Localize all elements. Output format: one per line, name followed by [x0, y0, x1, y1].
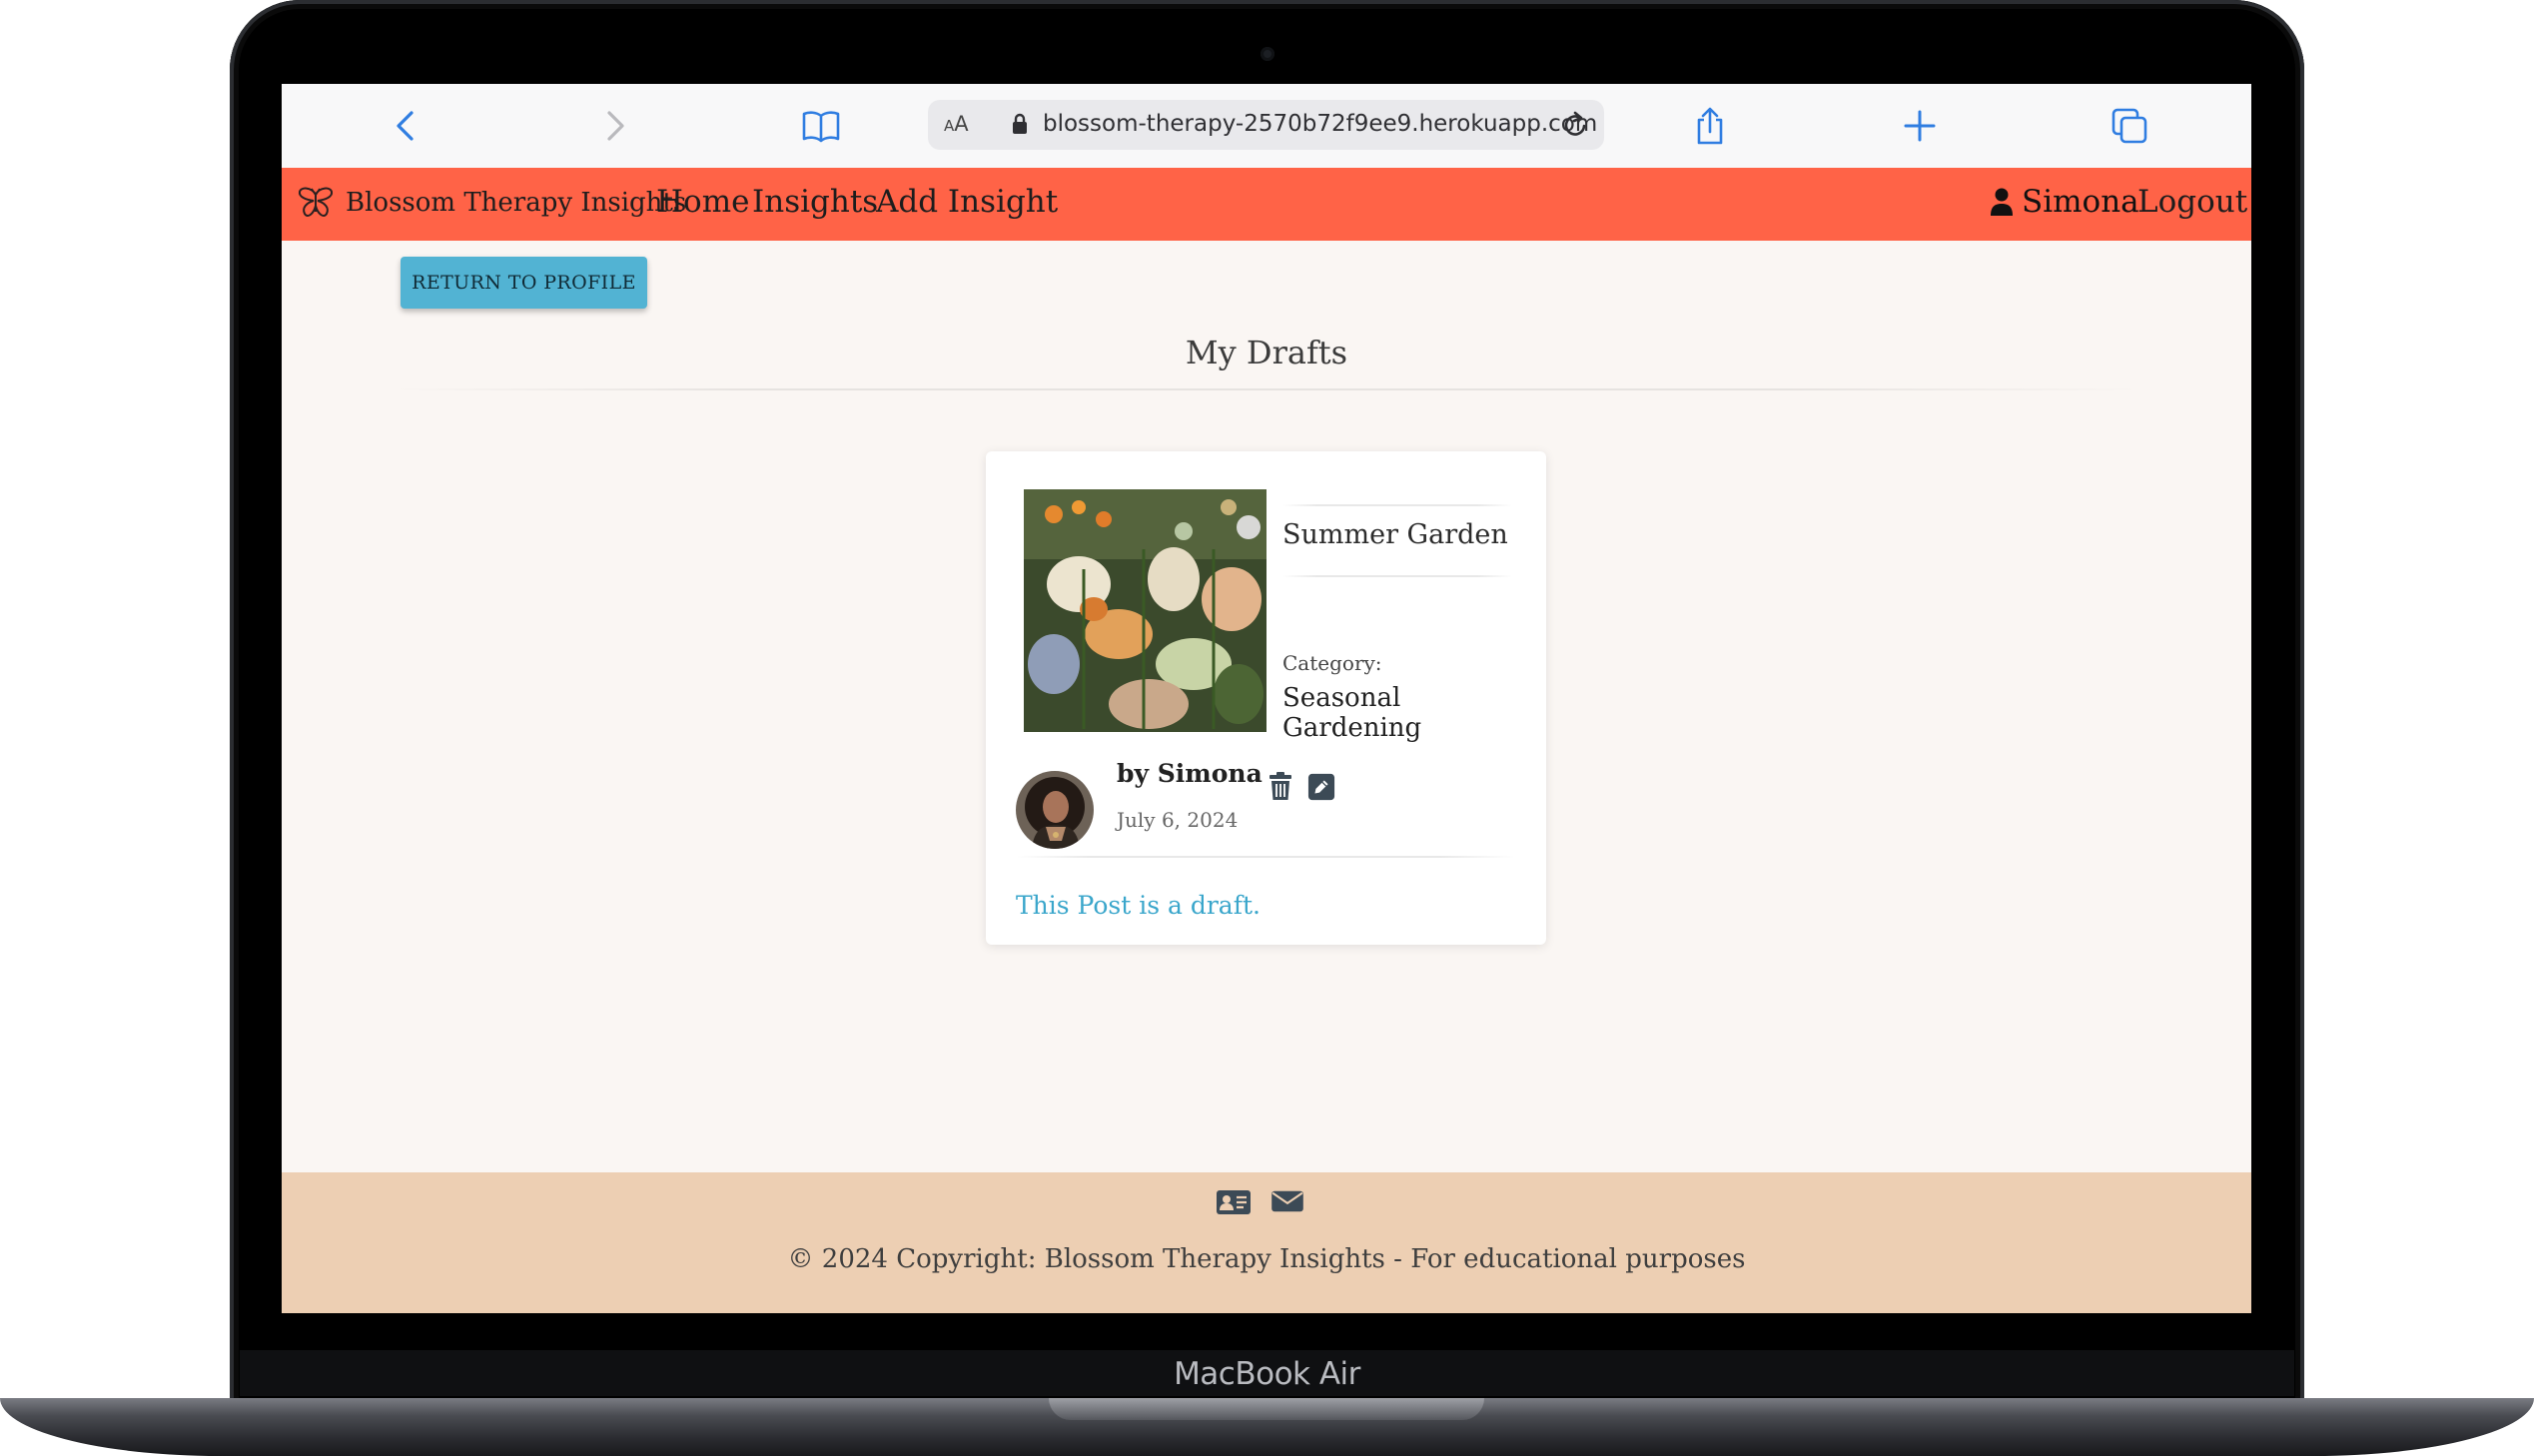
laptop-hinge-notch [1049, 1398, 1484, 1420]
user-icon [1991, 188, 2013, 216]
reload-icon[interactable] [1560, 110, 1590, 140]
browser-toolbar: AA blossom-therapy-2570b72f9ee9.herokuap… [282, 84, 2251, 168]
contact-card-icon[interactable] [1216, 1188, 1252, 1216]
author-avatar [1016, 771, 1094, 849]
forward-icon[interactable] [594, 106, 634, 146]
screen: AA blossom-therapy-2570b72f9ee9.herokuap… [282, 84, 2251, 1313]
draft-post-card: Summer Garden Category: Seasonal Gardeni… [986, 451, 1546, 945]
edit-icon[interactable] [1307, 773, 1337, 803]
back-icon[interactable] [387, 106, 426, 146]
nav-insights-link[interactable]: Insights [752, 184, 878, 220]
post-thumbnail[interactable] [1024, 489, 1267, 732]
text-size-button[interactable]: AA [944, 112, 969, 136]
category-label: Category: [1282, 651, 1382, 675]
return-to-profile-button[interactable]: RETURN TO PROFILE [401, 257, 647, 309]
nav-add-insight-link[interactable]: Add Insight [876, 184, 1058, 220]
draft-status-note: This Post is a draft. [1016, 891, 1261, 920]
garden-image [1024, 489, 1267, 732]
brand-name: Blossom Therapy Insights [346, 188, 687, 218]
user-profile-link[interactable]: Simona [1990, 184, 2139, 220]
device-model-label: MacBook Air [1174, 1356, 1360, 1392]
butterfly-logo-icon [298, 187, 334, 217]
site-footer: © 2024 Copyright: Blossom Therapy Insigh… [282, 1172, 2251, 1313]
brand-link[interactable]: Blossom Therapy Insights [298, 186, 686, 220]
url-text: blossom-therapy-2570b72f9ee9.herokuapp.c… [1043, 111, 1598, 137]
page-title: My Drafts [1185, 334, 1348, 371]
category-value: Seasonal Gardening [1282, 683, 1422, 743]
delete-icon[interactable] [1266, 771, 1295, 801]
author-name: by Simona [1117, 759, 1263, 788]
post-title[interactable]: Summer Garden [1282, 519, 1508, 550]
share-icon[interactable] [1690, 106, 1730, 146]
envelope-icon[interactable] [1270, 1188, 1306, 1216]
lock-icon [1013, 113, 1027, 134]
copyright-text: © 2024 Copyright: Blossom Therapy Insigh… [787, 1244, 1746, 1274]
new-tab-icon[interactable] [1900, 106, 1940, 146]
logout-link[interactable]: Logout [2137, 184, 2247, 220]
bookmarks-icon[interactable] [801, 106, 841, 146]
title-bottom-divider [1282, 575, 1512, 577]
nav-home-link[interactable]: Home [656, 184, 749, 220]
post-date: July 6, 2024 [1117, 808, 1239, 832]
username: Simona [2022, 184, 2139, 220]
site-navbar: Blossom Therapy Insights Home Insights A… [282, 168, 2251, 241]
camera-icon [1261, 47, 1274, 61]
card-divider [1016, 856, 1515, 858]
tabs-icon[interactable] [2110, 106, 2149, 146]
title-top-divider [1282, 504, 1512, 506]
title-divider [392, 388, 2141, 390]
address-bar[interactable]: AA blossom-therapy-2570b72f9ee9.herokuap… [928, 100, 1604, 150]
